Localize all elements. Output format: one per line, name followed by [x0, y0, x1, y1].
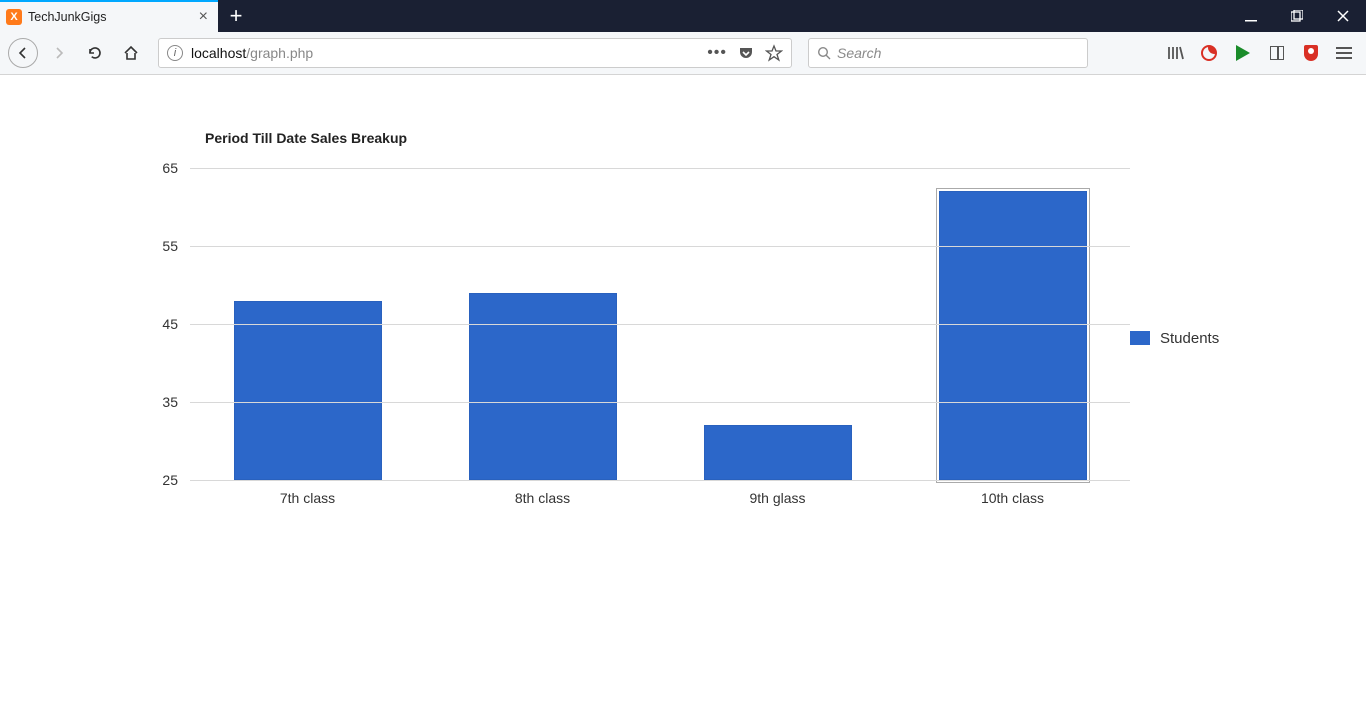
chart-gridline [190, 480, 1130, 481]
page-actions-icon[interactable]: ••• [707, 44, 727, 62]
chart-bar[interactable] [469, 293, 617, 480]
url-host: localhost [191, 45, 246, 61]
chart-bar[interactable] [704, 425, 852, 480]
chart-plot-area: 2535455565 [190, 168, 1130, 480]
chart-gridline [190, 246, 1130, 247]
reload-button[interactable] [80, 38, 110, 68]
window-controls [1228, 0, 1366, 32]
forward-button[interactable] [44, 38, 74, 68]
chart-bar[interactable] [939, 191, 1087, 480]
sidebar-icon[interactable] [1268, 44, 1286, 62]
opera-icon[interactable] [1200, 44, 1218, 62]
legend-label: Students [1160, 330, 1219, 347]
legend-swatch-icon [1130, 331, 1150, 345]
browser-toolbar: i localhost/graph.php ••• [0, 32, 1366, 75]
window-close-button[interactable] [1320, 0, 1366, 32]
chart-gridline [190, 402, 1130, 403]
chart-container: Period Till Date Sales Breakup 253545556… [130, 130, 1280, 506]
address-bar[interactable]: i localhost/graph.php ••• [158, 38, 792, 68]
new-tab-button[interactable]: + [218, 0, 254, 32]
url-path: /graph.php [246, 45, 313, 61]
urlbar-actions: ••• [707, 44, 783, 62]
window-minimize-button[interactable] [1228, 0, 1274, 32]
chart-title: Period Till Date Sales Breakup [205, 130, 1280, 146]
shield-icon[interactable] [1302, 44, 1320, 62]
window-maximize-button[interactable] [1274, 0, 1320, 32]
chart-gridline [190, 168, 1130, 169]
bookmark-star-icon[interactable] [765, 44, 783, 62]
tab-close-icon[interactable]: × [195, 8, 212, 26]
home-button[interactable] [116, 38, 146, 68]
pocket-icon[interactable] [737, 44, 755, 62]
search-input[interactable] [837, 45, 1079, 61]
chart-x-tick-label: 10th class [895, 490, 1130, 506]
chart-bar[interactable] [234, 301, 382, 480]
url-display: localhost/graph.php [191, 45, 699, 61]
search-icon [817, 46, 831, 60]
play-icon[interactable] [1234, 44, 1252, 62]
chart-y-tick-label: 45 [162, 316, 178, 332]
chart-gridline [190, 324, 1130, 325]
browser-tab-active[interactable]: X TechJunkGigs × [0, 0, 218, 32]
page-content: Period Till Date Sales Breakup 253545556… [0, 75, 1366, 715]
chart-y-tick-label: 25 [162, 472, 178, 488]
chart-legend: Students [1130, 168, 1219, 506]
tab-title: TechJunkGigs [28, 10, 195, 24]
chart-y-tick-label: 55 [162, 238, 178, 254]
toolbar-extensions [1166, 44, 1358, 62]
library-icon[interactable] [1166, 44, 1184, 62]
back-button[interactable] [8, 38, 38, 68]
favicon-xampp-icon: X [6, 9, 22, 25]
hamburger-menu-icon[interactable] [1336, 47, 1352, 59]
search-bar[interactable] [808, 38, 1088, 68]
chart-x-tick-label: 9th glass [660, 490, 895, 506]
chart-x-tick-label: 8th class [425, 490, 660, 506]
window-title-bar: X TechJunkGigs × + [0, 0, 1366, 32]
site-info-icon[interactable]: i [167, 45, 183, 61]
chart-y-tick-label: 35 [162, 394, 178, 410]
chart-y-tick-label: 65 [162, 160, 178, 176]
chart-x-tick-label: 7th class [190, 490, 425, 506]
chart-x-axis: 7th class8th class9th glass10th class [190, 490, 1130, 506]
